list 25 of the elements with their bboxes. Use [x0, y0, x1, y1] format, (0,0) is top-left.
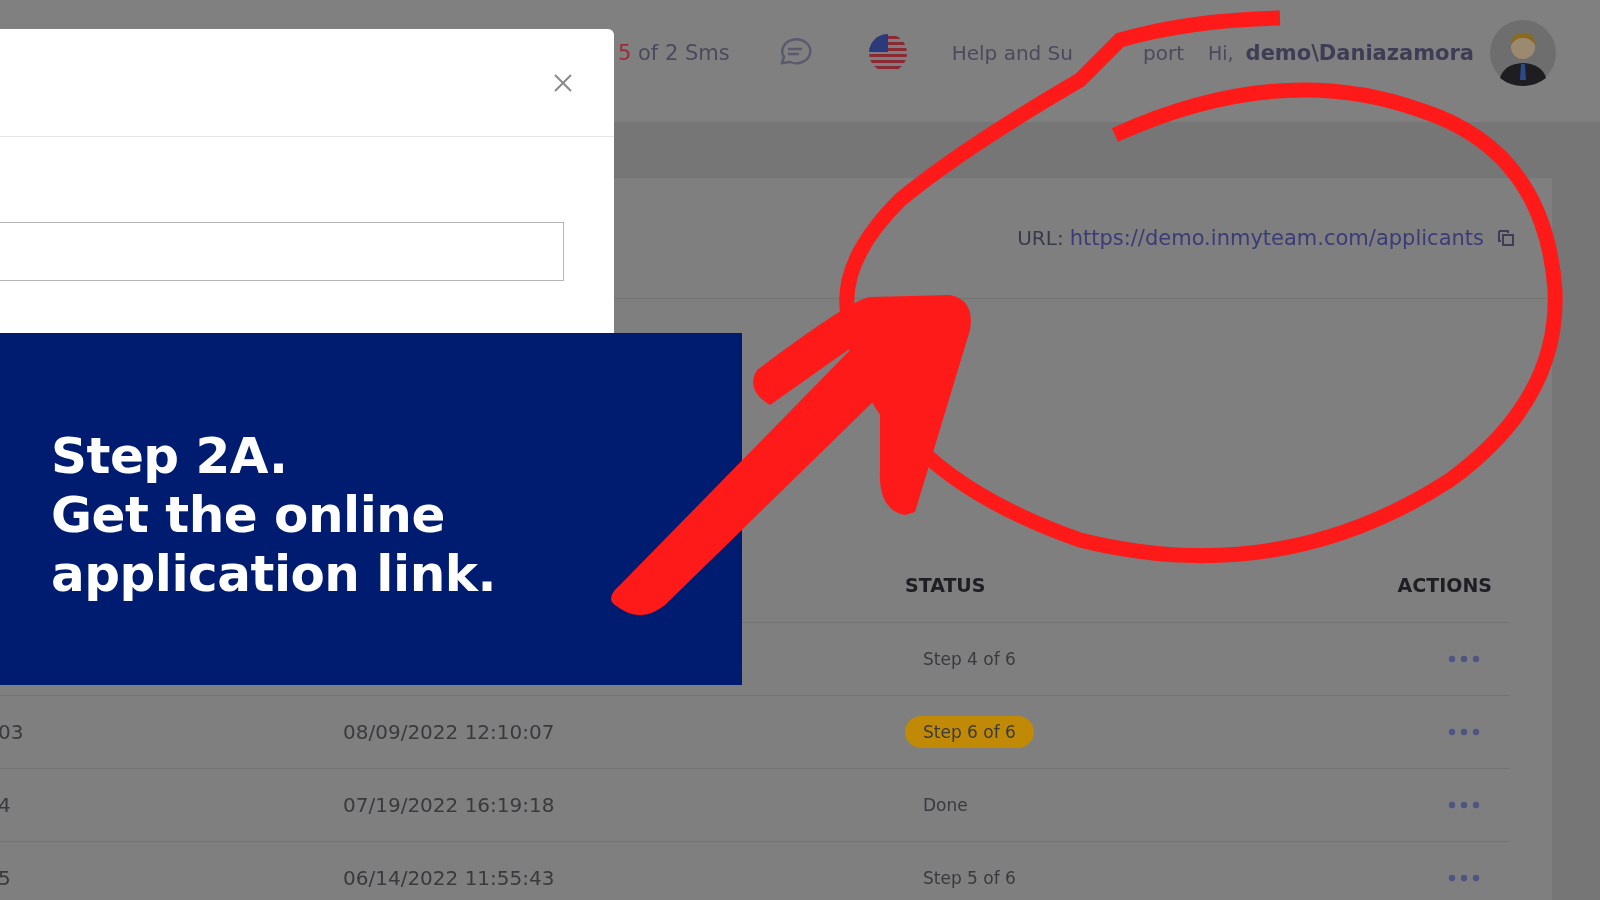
table-cell: 03	[0, 720, 24, 744]
table-cell: 07/19/2022 16:19:18	[343, 793, 555, 817]
more-icon[interactable]	[1448, 874, 1480, 882]
column-header: STATUS	[905, 573, 987, 596]
banner-text: Get the online	[51, 485, 446, 545]
status-text: Step 5 of 6	[922, 867, 1017, 890]
banner-text: Step 2A.	[51, 426, 289, 486]
column-header: ACTIONS	[1397, 573, 1493, 596]
table-cell: 08/09/2022 12:10:07	[343, 720, 555, 744]
status-text: Step 4 of 6	[922, 648, 1017, 671]
close-icon[interactable]	[553, 72, 573, 93]
url-label: URL:	[1017, 226, 1064, 250]
status-text: Done	[922, 794, 969, 817]
banner-text: application link.	[51, 544, 496, 604]
more-icon[interactable]	[1448, 801, 1480, 809]
url-link[interactable]: https://demo.inmyteam.com/applicants	[1069, 226, 1484, 250]
user-name[interactable]: demo\Daniazamora	[1245, 41, 1474, 65]
more-icon[interactable]	[1448, 728, 1480, 736]
table-cell: 06/14/2022 11:55:43	[343, 866, 555, 890]
status-badge: Step 6 of 6	[905, 716, 1034, 748]
copy-icon[interactable]	[1496, 228, 1516, 248]
table-cell: 5	[0, 866, 11, 890]
more-icon[interactable]	[1448, 655, 1480, 663]
input-field[interactable]	[0, 222, 564, 281]
avatar[interactable]	[1490, 20, 1556, 86]
